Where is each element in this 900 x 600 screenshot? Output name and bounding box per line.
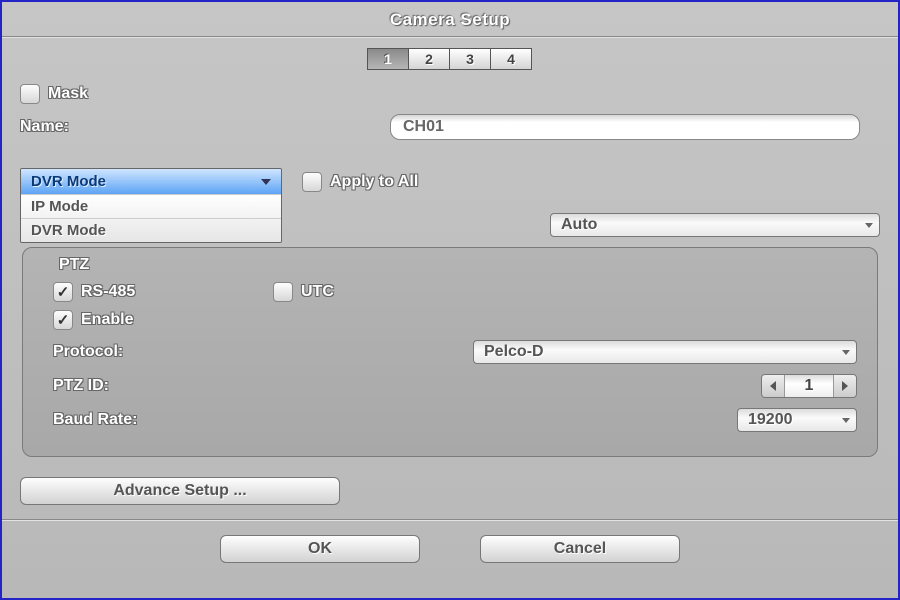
camera-setup-window: Camera Setup 1 2 3 4 Mask Name: CH01 DVR… (2, 2, 898, 598)
enable-label: Enable (81, 311, 133, 329)
cancel-label: Cancel (554, 540, 606, 558)
auto-select[interactable]: Auto (550, 213, 880, 237)
mask-label: Mask (48, 85, 88, 103)
apply-all-label: Apply to All (330, 173, 418, 191)
channel-tabs: 1 2 3 4 (2, 48, 898, 70)
protocol-label: Protocol: (53, 343, 123, 360)
ptz-title: PTZ (59, 256, 863, 274)
name-value: CH01 (403, 118, 444, 136)
baud-value: 19200 (748, 411, 793, 429)
protocol-value: Pelco-D (484, 343, 544, 361)
mode-option-ip[interactable]: IP Mode (21, 194, 281, 218)
chevron-down-icon (842, 418, 850, 423)
mode-dropdown[interactable]: DVR Mode IP Mode DVR Mode (20, 168, 282, 243)
tab-1[interactable]: 1 (367, 48, 409, 70)
utc-label: UTC (301, 283, 334, 301)
mode-option-dvr[interactable]: DVR Mode (21, 218, 281, 242)
ptz-id-label: PTZ ID: (53, 377, 109, 394)
chevron-down-icon (865, 223, 873, 228)
ptz-panel: PTZ RS-485 UTC Enable Protocol: Pelco-D (22, 247, 878, 457)
mode-dropdown-selected[interactable]: DVR Mode (21, 169, 281, 194)
mode-dropdown-list: IP Mode DVR Mode (21, 194, 281, 242)
ptz-id-value: 1 (784, 375, 834, 397)
rs485-label: RS-485 (81, 283, 135, 301)
ok-label: OK (308, 540, 332, 558)
utc-checkbox[interactable] (273, 282, 293, 302)
apply-all-checkbox[interactable] (302, 172, 322, 192)
baud-select[interactable]: 19200 (737, 408, 857, 432)
rs485-checkbox[interactable] (53, 282, 73, 302)
auto-select-value: Auto (561, 216, 597, 234)
tab-3[interactable]: 3 (449, 48, 491, 70)
ok-button[interactable]: OK (220, 535, 420, 563)
chevron-down-icon (261, 179, 271, 185)
triangle-left-icon (770, 381, 776, 391)
ptz-id-increment[interactable] (834, 375, 856, 397)
chevron-down-icon (842, 350, 850, 355)
name-label: Name: (20, 118, 69, 135)
advance-setup-label: Advance Setup ... (113, 482, 246, 500)
tab-4[interactable]: 4 (490, 48, 532, 70)
footer-buttons: OK Cancel (2, 535, 898, 563)
title-divider (2, 36, 898, 38)
protocol-select[interactable]: Pelco-D (473, 340, 857, 364)
ptz-id-spinner[interactable]: 1 (761, 374, 857, 398)
advance-setup-button[interactable]: Advance Setup ... (20, 477, 340, 505)
tab-2[interactable]: 2 (408, 48, 450, 70)
ptz-id-decrement[interactable] (762, 375, 784, 397)
mode-dropdown-selected-label: DVR Mode (31, 173, 106, 190)
window-title: Camera Setup (2, 2, 898, 36)
cancel-button[interactable]: Cancel (480, 535, 680, 563)
name-input[interactable]: CH01 (390, 114, 860, 140)
footer-divider (2, 519, 898, 521)
triangle-right-icon (842, 381, 848, 391)
baud-label: Baud Rate: (53, 411, 137, 428)
mask-checkbox[interactable] (20, 84, 40, 104)
enable-checkbox[interactable] (53, 310, 73, 330)
